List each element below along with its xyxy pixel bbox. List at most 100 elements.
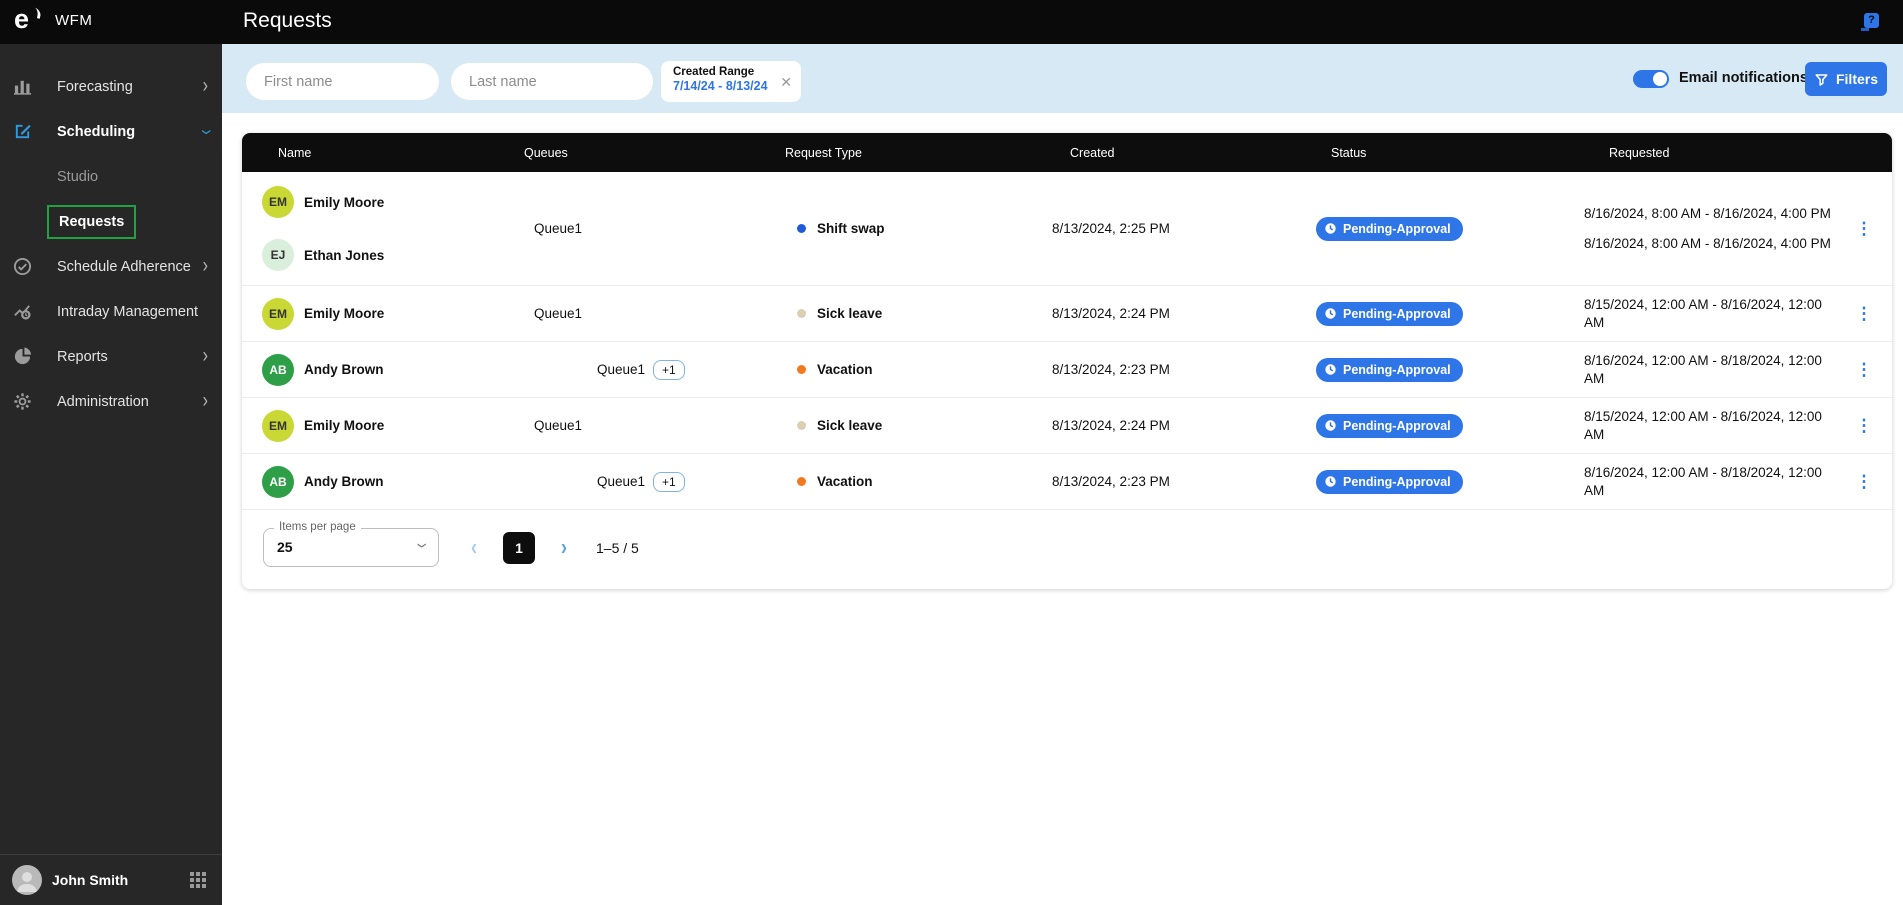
status-badge: Pending-Approval [1316,470,1463,494]
table-header-row: Name Queues Request Type Created Status … [242,133,1892,172]
status-label: Pending-Approval [1343,419,1451,433]
status-badge: Pending-Approval [1316,414,1463,438]
intraday-icon [12,302,32,322]
menu-cell: ⋮ [1836,304,1892,324]
name-cell: EM Emily Moore [262,288,524,340]
pagination: Items per page 25 › ‹ 1 › 1–5 / 5 [242,510,1892,589]
requests-table: Name Queues Request Type Created Status … [242,133,1892,589]
avatar: EJ [262,239,294,271]
request-type-label: Sick leave [817,418,882,433]
sidebar-item-forecasting[interactable]: Forecasting › [0,64,222,109]
column-header-name: Name [262,146,524,160]
current-page-button[interactable]: 1 [503,532,535,564]
sidebar-item-scheduling[interactable]: Scheduling› [0,109,222,154]
status-cell: Pending-Approval [1316,302,1584,326]
extra-queues-badge[interactable]: +1 [653,472,685,492]
first-name-input[interactable] [246,63,439,100]
apps-grid-icon[interactable] [190,872,206,888]
help-icon[interactable]: ? [1864,13,1879,28]
table-row: ABAndy BrownQueue1+1Vacation8/13/2024, 2… [242,341,1892,397]
extra-queues-badge[interactable]: +1 [653,360,685,380]
sidebar-item-studio[interactable]: Studio [0,154,222,199]
avatar: EM [262,298,294,330]
chevron-right-icon: › [203,76,208,97]
items-per-page-label: Items per page [274,521,361,533]
queue-name: Queue1 [597,362,645,377]
queue-name: Queue1 [597,474,645,489]
status-cell: Pending-Approval [1316,217,1584,241]
queues-cell: Queue1 +1 [524,360,785,380]
request-type-label: Shift swap [817,221,885,236]
request-type-dot [797,224,806,233]
menu-cell: ⋮ [1836,472,1892,492]
queues-cell: Queue1 [524,306,785,321]
row-menu-button[interactable]: ⋮ [1856,416,1873,435]
created-cell: 8/13/2024, 2:24 PM [1052,418,1316,433]
person-name: Emily Moore [304,306,384,321]
person: EJEthan Jones [262,239,524,271]
next-page-button[interactable]: › [561,534,567,561]
row-menu-button[interactable]: ⋮ [1856,360,1873,379]
filters-button-label: Filters [1836,71,1878,87]
person: AB Andy Brown [262,354,524,386]
pending-clock-icon [1324,363,1337,376]
email-notifications-label: Email notifications [1679,70,1808,86]
status-cell: Pending-Approval [1316,358,1584,382]
user-avatar [12,865,42,895]
close-icon[interactable]: ✕ [780,74,792,91]
sidebar-item-schedule-adherence[interactable]: Schedule Adherence› [0,244,222,289]
items-per-page-select[interactable]: Items per page 25 › [263,528,439,567]
avatar: AB [262,354,294,386]
created-cell: 8/13/2024, 2:25 PM [1052,221,1316,236]
sidebar-item-administration[interactable]: Administration› [0,379,222,424]
column-header-queues: Queues [524,146,785,160]
table-row: EMEmily MooreQueue1Sick leave8/13/2024, … [242,285,1892,341]
user-row[interactable]: John Smith [0,854,222,905]
status-badge: Pending-Approval [1316,358,1463,382]
person-name: Andy Brown [304,362,384,377]
status-cell: Pending-Approval [1316,470,1584,494]
queue-name: Queue1 [534,306,582,321]
menu-cell: ⋮ [1836,360,1892,380]
user-name: John Smith [52,872,128,888]
pending-clock-icon [1324,222,1337,235]
row-menu-button[interactable]: ⋮ [1856,219,1873,238]
request-type-dot [797,365,806,374]
table-row: EMEmily MooreQueue1Sick leave8/13/2024, … [242,397,1892,453]
chevron-right-icon: › [203,391,208,412]
request-type-dot [797,421,806,430]
sidebar-item-label: Studio [57,169,98,185]
sidebar-item-label: Forecasting [57,79,133,95]
requested-cell: 8/15/2024, 12:00 AM - 8/16/2024, 12:00 A… [1584,398,1836,453]
request-type-label: Sick leave [817,306,882,321]
filters-button[interactable]: Filters [1805,62,1887,96]
previous-page-button[interactable]: ‹ [471,534,477,561]
page-title: Requests [243,9,332,33]
bar-chart-icon [12,77,32,97]
status-label: Pending-Approval [1343,307,1451,321]
main-content: Created Range 7/14/24 - 8/13/24 ✕ Email … [222,44,1903,905]
status-label: Pending-Approval [1343,363,1451,377]
filter-bar: Created Range 7/14/24 - 8/13/24 ✕ Email … [222,44,1903,113]
items-per-page-value: 25 [277,539,293,555]
row-menu-button[interactable]: ⋮ [1856,472,1873,491]
sidebar-item-requests[interactable]: Requests [0,199,222,244]
status-cell: Pending-Approval [1316,414,1584,438]
person: EMEmily Moore [262,410,524,442]
queues-cell: Queue1 [524,221,785,236]
sidebar-item-intraday-management[interactable]: Intraday Management [0,289,222,334]
last-name-input[interactable] [451,63,653,100]
requested-cell: 8/16/2024, 8:00 AM - 8/16/2024, 4:00 PM8… [1584,195,1836,262]
app-window: e WFM Requests ? Forecasting›Scheduling›… [0,0,1903,905]
avatar: AB [262,466,294,498]
sidebar: Forecasting › Scheduling› Studio RequestsSch… [0,44,222,905]
chevron-right-icon: › [203,346,208,367]
created-range-chip[interactable]: Created Range 7/14/24 - 8/13/24 ✕ [661,61,801,102]
column-header-status: Status [1316,146,1584,160]
pending-clock-icon [1324,475,1337,488]
row-menu-button[interactable]: ⋮ [1856,304,1873,323]
email-notifications-toggle[interactable] [1633,70,1669,88]
status-label: Pending-Approval [1343,475,1451,489]
sidebar-item-reports[interactable]: Reports› [0,334,222,379]
created-cell: 8/13/2024, 2:23 PM [1052,474,1316,489]
